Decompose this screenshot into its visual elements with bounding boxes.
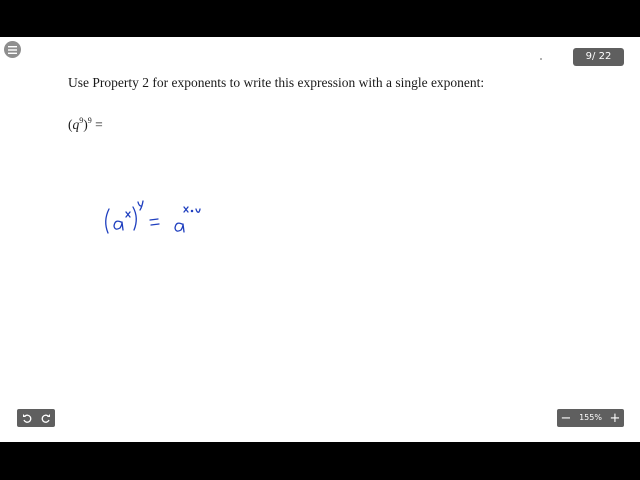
- zoom-out-button[interactable]: −: [557, 409, 575, 427]
- undo-icon: [22, 414, 31, 423]
- redo-button[interactable]: [36, 409, 55, 427]
- question-prompt: Use Property 2 for exponents to write th…: [68, 75, 485, 90]
- zoom-level: 155%: [579, 413, 602, 422]
- cursor-dot: [540, 58, 542, 60]
- inner-exponent: 9: [79, 116, 84, 125]
- math-expression: (q9)9 =: [68, 116, 103, 132]
- undo-button[interactable]: [17, 409, 36, 427]
- zoom-in-button[interactable]: +: [606, 409, 624, 427]
- outer-exponent: 9: [87, 116, 92, 125]
- document-viewer: 9/ 22 Use Property 2 for exponents to wr…: [0, 37, 640, 442]
- equals-sign: =: [95, 117, 103, 132]
- redo-icon: [41, 414, 50, 423]
- menu-button[interactable]: [4, 41, 21, 58]
- undo-redo-group: [17, 409, 55, 427]
- page-counter[interactable]: 9/ 22: [573, 48, 624, 66]
- handwritten-power-rule-note: [105, 200, 201, 234]
- zoom-controls: − 155% +: [557, 409, 624, 427]
- menu-icon: [8, 45, 17, 54]
